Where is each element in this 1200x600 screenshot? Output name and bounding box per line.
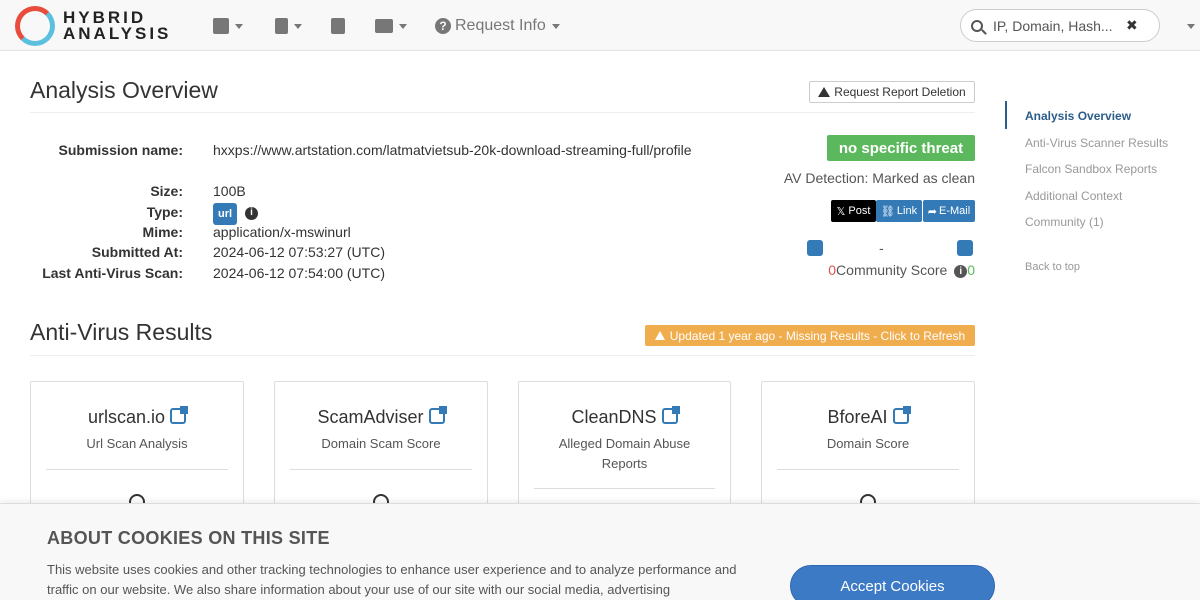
link-icon: ⛓	[880, 205, 895, 218]
sidebar-item-av-scanner-results[interactable]: Anti-Virus Scanner Results	[1025, 136, 1168, 150]
question-circle-icon: ?	[435, 18, 451, 34]
cookie-banner: ABOUT COOKIES ON THIS SITE This website …	[0, 503, 1200, 600]
request-deletion-label: Request Report Deletion	[834, 85, 966, 99]
card-description: Url Scan Analysis	[86, 436, 188, 451]
verdict-badge: no specific threat	[827, 135, 975, 161]
nav-copy-button[interactable]	[331, 14, 345, 38]
divider	[290, 469, 472, 470]
hybrid-analysis-logo[interactable]: HYBRID ANALYSIS	[15, 5, 185, 47]
field-value: hxxps://www.artstation.com/latmatvietsub…	[213, 142, 692, 158]
field-value: 2024-06-12 07:53:27 (UTC)	[213, 244, 385, 260]
community-score: 0Community Score i0	[760, 262, 975, 278]
field-label: Mime:	[142, 224, 183, 240]
field-label: Submission name:	[58, 142, 183, 158]
down-vote-count: 0	[828, 262, 837, 278]
field-value: 2024-06-12 07:54:00 (UTC)	[213, 265, 385, 281]
request-deletion-button[interactable]: Request Report Deletion	[809, 81, 975, 103]
share-icon: ➦	[927, 205, 938, 218]
share-x-post-button[interactable]: 𝕏 Post	[831, 200, 876, 222]
divider	[30, 112, 975, 113]
external-link-icon[interactable]	[661, 406, 680, 424]
card-description: Alleged Domain Abuse Reports	[558, 436, 691, 471]
cube-icon	[213, 18, 229, 34]
search-input[interactable]	[993, 17, 1118, 34]
card-title: BforeAI	[827, 407, 888, 427]
file-upload-icon	[275, 18, 288, 34]
refresh-label: Updated 1 year ago - Missing Results - C…	[669, 328, 966, 343]
divider	[46, 469, 228, 470]
card-description: Domain Scam Score	[321, 436, 441, 451]
community-score-label: Community Score	[836, 262, 948, 278]
field-label: Size:	[150, 183, 183, 199]
sidebar-item-additional-context[interactable]: Additional Context	[1025, 189, 1122, 203]
field-label: Last Anti-Virus Scan:	[42, 265, 183, 281]
field-label: Type:	[146, 204, 183, 220]
card-title: CleanDNS	[571, 407, 657, 427]
card-description: Domain Score	[826, 436, 910, 451]
chevron-down-icon	[294, 23, 302, 29]
field-label: Submitted At:	[91, 244, 183, 260]
chevron-down-icon	[551, 23, 560, 29]
field-value: application/x-mswinurl	[213, 224, 351, 240]
chevron-down-icon	[399, 23, 407, 29]
refresh-results-button[interactable]: Updated 1 year ago - Missing Results - C…	[645, 325, 975, 346]
divider	[777, 469, 959, 470]
cookie-title: ABOUT COOKIES ON THIS SITE	[47, 528, 330, 548]
divider	[30, 355, 975, 356]
warning-icon	[654, 331, 665, 340]
sidebar-item-community[interactable]: Community (1)	[1025, 215, 1104, 229]
info-icon[interactable]: i	[954, 264, 968, 278]
thumbs-down-icon[interactable]	[807, 240, 823, 256]
sidebar-active-indicator	[1005, 101, 1007, 129]
external-link-icon[interactable]	[428, 406, 447, 424]
field-value: 100B	[213, 183, 246, 199]
section-title-av-results: Anti-Virus Results	[30, 319, 213, 345]
warning-icon	[818, 87, 831, 97]
card-title: urlscan.io	[87, 407, 166, 427]
nav-cube-menu[interactable]	[213, 14, 243, 38]
sidebar-item-analysis-overview[interactable]: Analysis Overview	[1025, 109, 1131, 123]
vote-separator: -	[879, 240, 884, 256]
sidebar-item-falcon-sandbox-reports[interactable]: Falcon Sandbox Reports	[1025, 162, 1157, 176]
logo-ring-icon	[15, 6, 55, 46]
share-email-button[interactable]: ➦ E-Mail	[923, 200, 975, 222]
search-icon[interactable]	[971, 19, 983, 32]
nav-file-upload-menu[interactable]	[275, 14, 302, 38]
request-info-label: Request Info	[455, 17, 546, 34]
av-detection-text: AV Detection: Marked as clean	[783, 170, 975, 186]
top-navbar: HYBRID ANALYSIS ? Request Info ✖	[0, 0, 1200, 51]
sidebar-back-to-top[interactable]: Back to top	[1025, 261, 1080, 273]
info-icon[interactable]: i	[244, 206, 258, 220]
page-title: Analysis Overview	[30, 77, 218, 103]
thumbs-up-icon[interactable]	[957, 240, 973, 256]
clear-icon[interactable]: ✖	[1126, 17, 1138, 34]
nav-folder-menu[interactable]	[375, 14, 407, 38]
brand-line2: ANALYSIS	[63, 24, 172, 43]
copy-icon	[331, 18, 345, 34]
card-title: ScamAdviser	[317, 407, 424, 427]
external-link-icon[interactable]	[170, 406, 189, 424]
cookie-text: This website uses cookies and other trac…	[47, 562, 737, 597]
up-vote-count: 0	[967, 262, 975, 278]
x-icon: 𝕏	[836, 205, 846, 218]
accept-cookies-button[interactable]: Accept Cookies	[790, 565, 995, 600]
external-link-icon[interactable]	[892, 406, 911, 424]
share-link-button[interactable]: ⛓ Link	[876, 200, 922, 222]
nav-request-info-menu[interactable]: ? Request Info	[435, 14, 560, 38]
divider	[534, 488, 715, 489]
folder-icon	[375, 19, 393, 33]
search-box: ✖	[960, 9, 1160, 42]
user-menu-chevron-icon[interactable]	[1187, 24, 1195, 29]
chevron-down-icon	[235, 23, 243, 29]
